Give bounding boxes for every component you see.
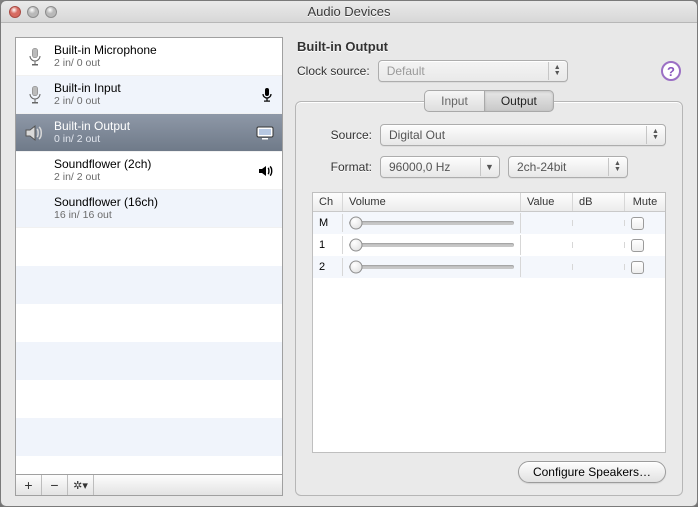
mute-checkbox[interactable] <box>631 217 644 230</box>
channel-row: 2 <box>313 256 665 278</box>
detail-pane: Built-in Output Clock source: Default ▲▼… <box>295 37 683 496</box>
device-name: Built-in Output <box>54 120 130 134</box>
list-item[interactable]: Built-in Input 2 in/ 0 out <box>16 76 282 114</box>
source-select[interactable]: Digital Out ▲▼ <box>380 124 666 146</box>
format-label: Format: <box>312 160 372 174</box>
system-output-icon <box>256 126 274 140</box>
device-settings-button[interactable]: ✲▾ <box>68 475 94 495</box>
mic-icon <box>24 84 46 106</box>
blank-icon <box>24 160 46 182</box>
chevron-updown-icon: ▲▼ <box>548 62 566 80</box>
list-item[interactable]: Soundflower (16ch) 16 in/ 16 out <box>16 190 282 228</box>
add-device-button[interactable]: + <box>16 475 42 495</box>
minimize-button[interactable] <box>27 6 39 18</box>
blank-icon <box>24 198 46 220</box>
mute-checkbox[interactable] <box>631 239 644 252</box>
device-io: 16 in/ 16 out <box>54 209 158 221</box>
mute-checkbox[interactable] <box>631 261 644 274</box>
channel-row: 1 <box>313 234 665 256</box>
window-title: Audio Devices <box>1 4 697 19</box>
device-io: 0 in/ 2 out <box>54 133 130 145</box>
audio-devices-window: Audio Devices Built-in Microphone 2 in/ … <box>0 0 698 507</box>
channel-row: M <box>313 212 665 234</box>
device-list[interactable]: Built-in Microphone 2 in/ 0 out Built-in… <box>15 37 283 474</box>
volume-slider[interactable] <box>349 260 514 274</box>
device-io: 2 in/ 2 out <box>54 171 151 183</box>
speaker-icon <box>24 122 46 144</box>
source-label: Source: <box>312 128 372 142</box>
device-name: Soundflower (2ch) <box>54 158 151 172</box>
close-button[interactable] <box>9 6 21 18</box>
volume-slider[interactable] <box>349 238 514 252</box>
remove-device-button[interactable]: − <box>42 475 68 495</box>
clock-source-select[interactable]: Default ▲▼ <box>378 60 568 82</box>
format-depth-select[interactable]: 2ch-24bit ▲▼ <box>508 156 628 178</box>
mic-icon <box>24 46 46 68</box>
chevron-updown-icon: ▲▼ <box>608 158 626 176</box>
zoom-button[interactable] <box>45 6 57 18</box>
list-item[interactable]: Built-in Output 0 in/ 2 out <box>16 114 282 152</box>
window-controls <box>9 6 57 18</box>
tab-output[interactable]: Output <box>484 90 554 112</box>
list-item[interactable]: Built-in Microphone 2 in/ 0 out <box>16 38 282 76</box>
device-sidebar: Built-in Microphone 2 in/ 0 out Built-in… <box>15 37 283 496</box>
list-item[interactable]: Soundflower (2ch) 2 in/ 2 out <box>16 152 282 190</box>
default-output-icon <box>258 164 274 178</box>
chevron-updown-icon: ▲▼ <box>646 126 664 144</box>
help-button[interactable]: ? <box>661 61 681 81</box>
channel-table: Ch Volume Value dB Mute M <box>312 192 666 453</box>
device-name: Built-in Input <box>54 82 121 96</box>
channel-header: Ch Volume Value dB Mute <box>313 193 665 212</box>
format-rate-select[interactable]: 96000,0 Hz ▼ <box>380 156 500 178</box>
device-io: 2 in/ 0 out <box>54 57 157 69</box>
clock-source-label: Clock source: <box>297 64 370 78</box>
default-input-icon <box>260 87 274 103</box>
volume-slider[interactable] <box>349 216 514 230</box>
tab-input[interactable]: Input <box>424 90 484 112</box>
title-bar: Audio Devices <box>1 1 697 23</box>
device-name: Built-in Microphone <box>54 44 157 58</box>
device-name: Soundflower (16ch) <box>54 196 158 210</box>
device-io: 2 in/ 0 out <box>54 95 121 107</box>
detail-title: Built-in Output <box>297 39 681 54</box>
chevron-down-icon: ▼ <box>480 158 498 176</box>
io-tabs: Input Output <box>295 90 683 112</box>
output-panel: Source: Digital Out ▲▼ Format: 96000,0 H… <box>295 101 683 496</box>
configure-speakers-button[interactable]: Configure Speakers… <box>518 461 666 483</box>
sidebar-toolbar: + − ✲▾ <box>15 474 283 496</box>
